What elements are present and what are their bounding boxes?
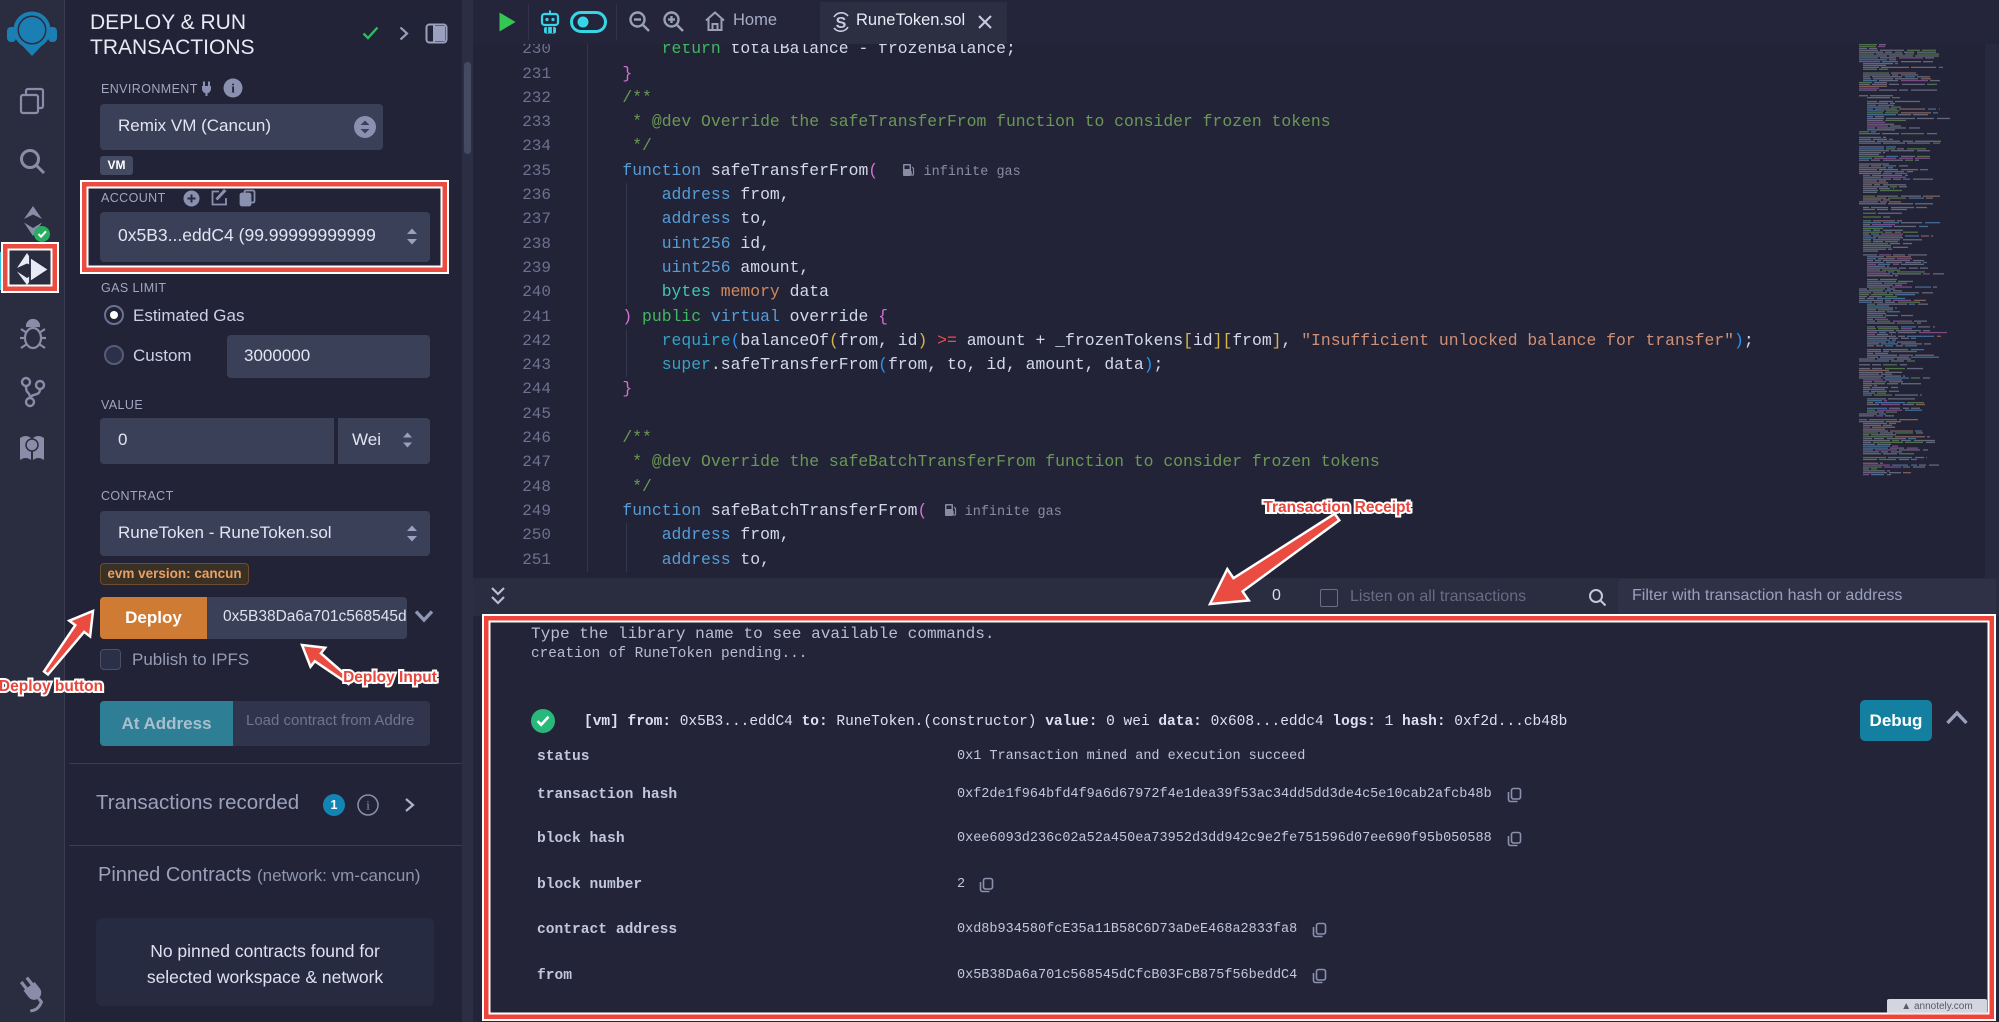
svg-text:i: i <box>366 798 370 813</box>
svg-text:i: i <box>231 81 235 96</box>
